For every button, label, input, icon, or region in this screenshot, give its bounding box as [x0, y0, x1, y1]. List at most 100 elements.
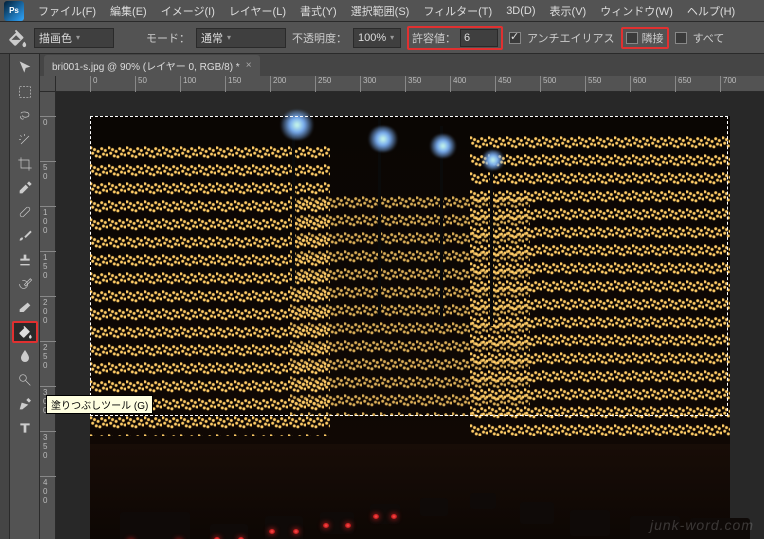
chevron-down-icon: ▾	[390, 33, 394, 42]
ruler-h-tick: 450	[495, 76, 511, 92]
ruler-v-tick: 250	[40, 341, 56, 370]
eraser-icon	[17, 300, 33, 316]
ruler-v-tick: 400	[40, 476, 56, 505]
ruler-v-tick: 50	[40, 161, 56, 181]
menu-edit[interactable]: 編集(E)	[104, 1, 153, 21]
menu-3d[interactable]: 3D(D)	[500, 3, 541, 19]
ruler-v-tick: 0	[40, 116, 56, 127]
tolerance-highlight: 許容値：	[407, 26, 503, 50]
menu-layer[interactable]: レイヤー(L)	[223, 1, 292, 21]
ruler-v-tick: 100	[40, 206, 56, 235]
bucket-icon	[6, 27, 28, 49]
move-icon	[17, 60, 33, 76]
dodge-tool[interactable]	[12, 369, 38, 391]
antialias-checkbox[interactable]	[509, 32, 521, 44]
history-brush-tool[interactable]	[12, 273, 38, 295]
antialias-label: アンチエイリアス	[527, 30, 615, 46]
ruler-h-tick: 550	[585, 76, 601, 92]
ruler-h-tick: 500	[540, 76, 556, 92]
all-layers-checkbox[interactable]	[675, 32, 687, 44]
menu-file[interactable]: ファイル(F)	[32, 1, 102, 21]
history-brush-icon	[17, 276, 33, 292]
ruler-vertical[interactable]: 050100150200250300350400	[40, 92, 56, 539]
opacity-label: 不透明度：	[292, 30, 347, 46]
fill-source-value: 描画色	[39, 30, 72, 46]
document-area: bri001-s.jpg @ 90% (レイヤー 0, RGB/8) * × 0…	[40, 54, 764, 539]
type-tool[interactable]	[12, 417, 38, 439]
lasso-tool[interactable]	[12, 105, 38, 127]
marquee-icon	[17, 84, 33, 100]
bucket-icon	[17, 324, 33, 340]
droplet-icon	[17, 348, 33, 364]
ruler-h-tick: 350	[405, 76, 421, 92]
menu-view[interactable]: 表示(V)	[544, 1, 593, 21]
menu-select[interactable]: 選択範囲(S)	[345, 1, 416, 21]
opacity-value: 100%	[358, 32, 386, 44]
tolerance-input[interactable]	[460, 29, 498, 47]
chevron-down-icon: ▾	[227, 33, 231, 42]
ruler-horizontal[interactable]: 0501001502002503003504004505005506006507…	[56, 76, 764, 92]
document-image	[90, 116, 730, 539]
fill-source-dropdown[interactable]: 描画色 ▾	[34, 28, 114, 48]
mode-value: 通常	[201, 30, 223, 46]
active-tool-icon	[6, 27, 28, 49]
marquee-tool[interactable]	[12, 81, 38, 103]
menu-filter[interactable]: フィルター(T)	[417, 1, 498, 21]
menu-image[interactable]: イメージ(I)	[155, 1, 221, 21]
ruler-h-tick: 50	[135, 76, 147, 92]
ruler-h-tick: 100	[180, 76, 196, 92]
workspace: bri001-s.jpg @ 90% (レイヤー 0, RGB/8) * × 0…	[0, 54, 764, 539]
ruler-h-tick: 200	[270, 76, 286, 92]
all-layers-label: すべて	[693, 30, 725, 46]
magic-wand-tool[interactable]	[12, 129, 38, 151]
lasso-icon	[17, 108, 33, 124]
crop-tool[interactable]	[12, 153, 38, 175]
ruler-v-tick: 150	[40, 251, 56, 280]
opacity-field[interactable]: 100% ▾	[353, 28, 401, 48]
stamp-icon	[17, 252, 33, 268]
blur-tool[interactable]	[12, 345, 38, 367]
mode-dropdown[interactable]: 通常 ▾	[196, 28, 286, 48]
bandage-icon	[17, 204, 33, 220]
ruler-h-tick: 600	[630, 76, 646, 92]
eraser-tool[interactable]	[12, 297, 38, 319]
document-tab-bar: bri001-s.jpg @ 90% (レイヤー 0, RGB/8) * ×	[40, 54, 764, 76]
ruler-origin[interactable]	[40, 76, 56, 92]
toolbox-grip[interactable]	[0, 54, 10, 539]
eyedropper-tool[interactable]	[12, 177, 38, 199]
crop-icon	[17, 156, 33, 172]
canvas[interactable]: junk-word.com	[56, 92, 764, 539]
document-tab-title: bri001-s.jpg @ 90% (レイヤー 0, RGB/8) *	[52, 58, 240, 73]
mode-label: モード：	[146, 30, 190, 46]
brush-tool[interactable]	[12, 225, 38, 247]
type-icon	[17, 420, 33, 436]
menu-type[interactable]: 書式(Y)	[294, 1, 343, 21]
wand-icon	[17, 132, 33, 148]
bucket-tooltip: 塗りつぶしツール (G)	[46, 395, 153, 414]
contiguous-checkbox[interactable]	[626, 32, 638, 44]
menu-bar: Ps ファイル(F) 編集(E) イメージ(I) レイヤー(L) 書式(Y) 選…	[0, 0, 764, 22]
eyedropper-icon	[17, 180, 33, 196]
close-icon[interactable]: ×	[246, 60, 252, 71]
watermark: junk-word.com	[650, 517, 754, 533]
document-tab[interactable]: bri001-s.jpg @ 90% (レイヤー 0, RGB/8) * ×	[44, 55, 260, 76]
menu-window[interactable]: ウィンドウ(W)	[594, 1, 679, 21]
contiguous-highlight: 隣接	[621, 27, 669, 49]
tolerance-label: 許容値：	[412, 30, 456, 46]
brush-icon	[17, 228, 33, 244]
clone-stamp-tool[interactable]	[12, 249, 38, 271]
move-tool[interactable]	[12, 57, 38, 79]
ruler-h-tick: 300	[360, 76, 376, 92]
menu-help[interactable]: ヘルプ(H)	[681, 1, 741, 21]
chevron-down-icon: ▾	[76, 33, 80, 42]
ruler-h-tick: 400	[450, 76, 466, 92]
pen-tool[interactable]	[12, 393, 38, 415]
healing-brush-tool[interactable]	[12, 201, 38, 223]
dodge-icon	[17, 372, 33, 388]
bucket-tool[interactable]	[12, 321, 38, 343]
contiguous-label: 隣接	[642, 30, 664, 46]
ruler-h-tick: 650	[675, 76, 691, 92]
selection-marquee	[90, 116, 728, 416]
ruler-h-tick: 700	[720, 76, 736, 92]
ruler-v-tick: 350	[40, 431, 56, 460]
